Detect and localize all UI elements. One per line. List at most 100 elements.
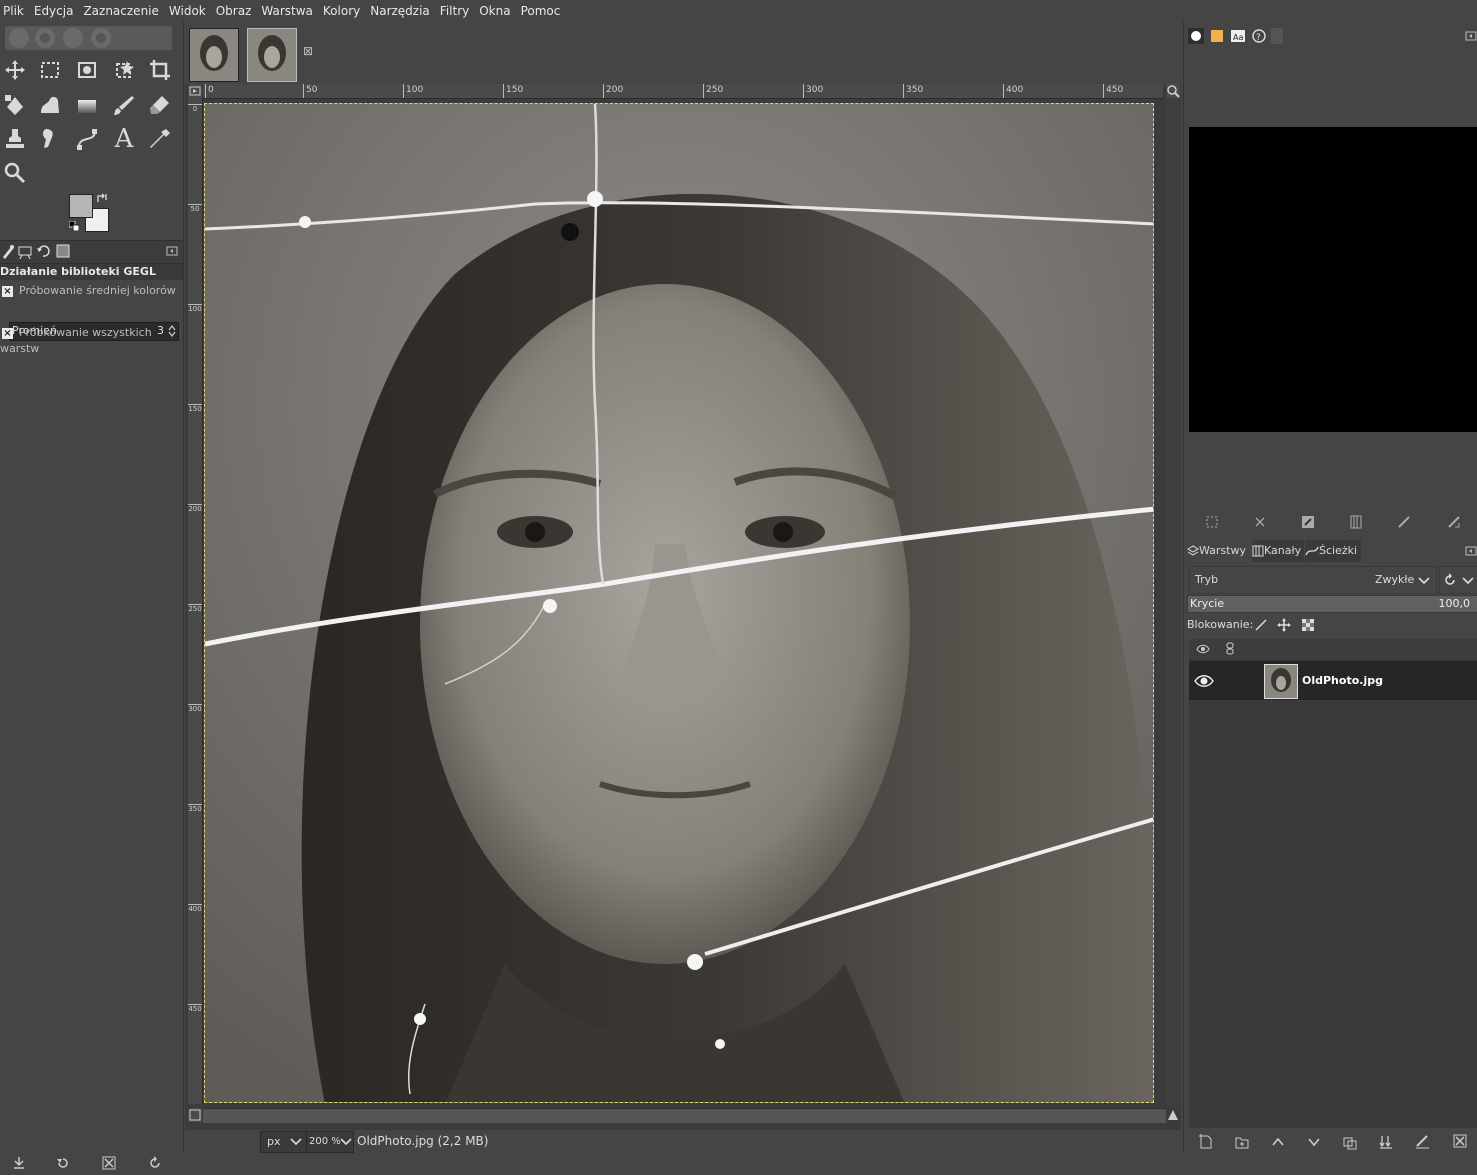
delete-layer-icon[interactable]: [1453, 1134, 1467, 1151]
zoom-value[interactable]: 200 %: [309, 1136, 341, 1147]
mode-switch-button[interactable]: [1439, 566, 1477, 594]
opacity-slider[interactable]: Krycie 100,0: [1187, 595, 1477, 613]
fonts-tab-icon[interactable]: Aa: [1230, 28, 1246, 44]
delete-options-icon[interactable]: [102, 1156, 116, 1174]
new-layer-icon[interactable]: [1199, 1134, 1213, 1153]
lower-layer-icon[interactable]: [1307, 1134, 1321, 1153]
zoom-icon[interactable]: [0, 158, 30, 188]
tab-channels[interactable]: Kanały: [1252, 540, 1304, 562]
dock-menu-icon[interactable]: [1465, 30, 1477, 42]
menu-pomoc[interactable]: Pomoc: [516, 4, 566, 18]
layer-row[interactable]: OldPhoto.jpg: [1189, 661, 1477, 700]
duplicate-icon[interactable]: [1349, 515, 1363, 532]
tool-options-title: Działanie biblioteki GEGL: [0, 264, 183, 280]
tab-paths[interactable]: Ścieżki: [1305, 540, 1361, 562]
unified-transform-icon[interactable]: [0, 90, 30, 120]
refresh-icon[interactable]: [1447, 515, 1461, 532]
image-tab-2-active[interactable]: [247, 28, 297, 82]
foreground-color-swatch[interactable]: [69, 194, 93, 218]
menu-kolory[interactable]: Kolory: [318, 4, 365, 18]
zoom-image-icon[interactable]: [1166, 84, 1180, 98]
undo-history-tab-icon[interactable]: [36, 243, 50, 259]
swap-colors-icon[interactable]: [96, 192, 108, 204]
merge-down-icon[interactable]: [1379, 1134, 1393, 1153]
unit-select[interactable]: px: [260, 1131, 307, 1153]
sample-merged-option[interactable]: × Próbkowanie wszystkich warstw: [0, 325, 183, 355]
layer-mode-value: Zwykłe: [1375, 573, 1415, 586]
menu-zaznaczenie[interactable]: Zaznaczenie: [78, 4, 163, 18]
add-mask-icon[interactable]: [1415, 1134, 1431, 1153]
chevron-down-icon: [1462, 575, 1474, 589]
horizontal-scrollbar[interactable]: [203, 1108, 1166, 1123]
image-canvas[interactable]: [204, 103, 1154, 1103]
layer-visibility-eye-icon[interactable]: [1194, 674, 1214, 691]
move-tool-icon[interactable]: [0, 55, 30, 85]
new-layer-group-icon[interactable]: [1235, 1134, 1249, 1153]
clear-icon[interactable]: [1253, 515, 1267, 532]
menu-narzedzia[interactable]: Narzędzia: [365, 4, 435, 18]
reset-options-icon[interactable]: [148, 1156, 162, 1174]
raise-layer-icon[interactable]: [1271, 1134, 1285, 1153]
menu-edycja[interactable]: Edycja: [29, 4, 79, 18]
zoom-select[interactable]: 200 %: [306, 1131, 354, 1153]
sample-average-checkbox[interactable]: ×: [2, 285, 13, 297]
lock-position-icon[interactable]: [1277, 618, 1291, 635]
brushes-tab-icon[interactable]: [1188, 28, 1204, 44]
visibility-header-icon[interactable]: [1196, 643, 1210, 658]
lock-alpha-icon[interactable]: [1301, 618, 1315, 635]
paths-icon[interactable]: [72, 124, 102, 154]
layers-dock-menu-icon[interactable]: [1465, 545, 1477, 560]
sample-average-option[interactable]: × Próbowanie średniej kolorów: [0, 283, 183, 299]
vertical-scrollbar[interactable]: [1166, 98, 1180, 1108]
paintbrush-icon[interactable]: [109, 90, 139, 120]
clone-stamp-icon[interactable]: [0, 124, 30, 154]
menu-filtry[interactable]: Filtry: [435, 4, 474, 18]
help-tab-icon[interactable]: ?: [1251, 28, 1267, 44]
text-tool-icon[interactable]: A: [109, 124, 139, 154]
chain-header-icon[interactable]: [1225, 642, 1235, 659]
layer-mode-select[interactable]: Tryb Zwykłe: [1189, 566, 1437, 594]
layer-thumbnail[interactable]: [1264, 664, 1298, 699]
edit-icon[interactable]: [1301, 515, 1315, 532]
tab-layers[interactable]: Warstwy: [1187, 540, 1251, 562]
menu-plik[interactable]: Plik: [0, 4, 29, 18]
sample-merged-checkbox[interactable]: ×: [2, 327, 13, 339]
eraser-icon[interactable]: [145, 90, 175, 120]
lock-pixels-icon[interactable]: [1254, 618, 1268, 635]
ruler-v-tick: 50: [188, 204, 202, 213]
layer-name[interactable]: OldPhoto.jpg: [1302, 674, 1383, 687]
duplicate-layer-icon[interactable]: [1343, 1134, 1357, 1153]
horizontal-ruler[interactable]: 0 50 100 150 200 250 300 350 400 450: [203, 84, 1163, 99]
menu-obraz[interactable]: Obraz: [211, 4, 257, 18]
brush-edit-icon[interactable]: [1397, 515, 1411, 532]
menu-warstwa[interactable]: Warstwa: [256, 4, 318, 18]
rect-select-icon[interactable]: [35, 55, 65, 85]
color-picker-icon[interactable]: [145, 124, 175, 154]
patterns-tab-icon[interactable]: [1209, 28, 1225, 44]
warp-transform-icon[interactable]: [35, 90, 65, 120]
tool-options-menu-icon[interactable]: [166, 245, 178, 257]
lock-label: Blokowanie:: [1187, 618, 1254, 631]
save-options-icon[interactable]: [12, 1156, 26, 1174]
default-colors-icon[interactable]: [68, 220, 80, 232]
images-tab-icon[interactable]: [56, 243, 70, 259]
navigate-icon[interactable]: [188, 1108, 202, 1122]
close-tab-icon[interactable]: ⊠: [303, 44, 313, 58]
crop-icon[interactable]: [145, 55, 175, 85]
image-tab-1[interactable]: [189, 28, 239, 82]
dock-tab-extra-icon[interactable]: [1271, 28, 1283, 44]
menu-okna[interactable]: Okna: [474, 4, 515, 18]
smudge-icon[interactable]: [35, 124, 65, 154]
select-icon[interactable]: [1205, 515, 1219, 532]
quick-mask-toggle-icon[interactable]: [188, 84, 202, 98]
restore-options-icon[interactable]: [56, 1156, 70, 1174]
fuzzy-select-icon[interactable]: [109, 55, 139, 85]
tool-options-tab-icon[interactable]: [1, 243, 15, 259]
resize-corner-icon[interactable]: [1166, 1108, 1180, 1122]
vertical-ruler[interactable]: 0 50 100 150 200 250 300 350 400 450: [188, 98, 203, 1104]
menu-widok[interactable]: Widok: [164, 4, 211, 18]
device-status-tab-icon[interactable]: [18, 243, 32, 260]
gradient-icon[interactable]: [72, 90, 102, 120]
scissors-select-icon[interactable]: [72, 55, 102, 85]
ruler-v-tick: 0: [188, 104, 202, 113]
